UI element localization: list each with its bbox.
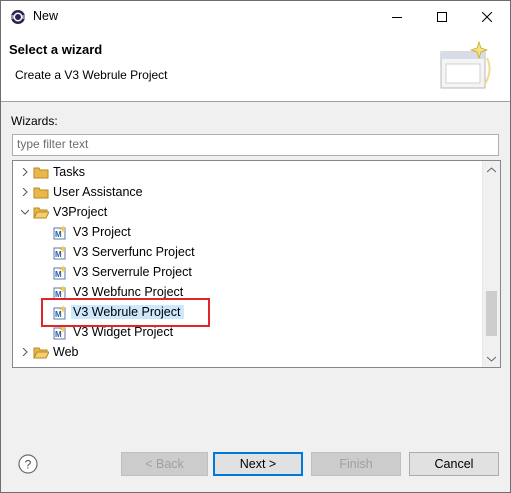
svg-text:M: M — [55, 330, 62, 339]
tree-item-web[interactable]: Web — [17, 342, 78, 362]
window-title: New — [33, 9, 59, 23]
wizard-title: Select a wizard — [9, 42, 103, 57]
tree-item-label: V3 Project — [73, 225, 131, 239]
tree-item-user-assistance[interactable]: User Assistance — [17, 182, 143, 202]
folder-icon — [33, 164, 49, 180]
annotation-highlight-box — [41, 298, 210, 327]
tree-item-label: V3 Serverfunc Project — [73, 245, 195, 259]
tree-item-v3-serverfunc-project[interactable]: M V3 Serverfunc Project — [53, 242, 195, 262]
v3-project-icon: M — [53, 264, 69, 280]
chevron-right-icon[interactable] — [17, 342, 33, 362]
svg-text:?: ? — [25, 458, 32, 472]
help-icon[interactable]: ? — [18, 454, 38, 474]
cancel-button[interactable]: Cancel — [409, 452, 499, 476]
open-folder-icon — [33, 344, 49, 360]
wizard-tree[interactable]: Tasks User Assistance V3Project M V3 Pro… — [12, 160, 501, 368]
wizard-description: Create a V3 Webrule Project — [15, 68, 168, 82]
filter-field[interactable] — [12, 134, 499, 156]
tree-item-label: Tasks — [53, 165, 85, 179]
chevron-right-icon[interactable] — [17, 182, 33, 202]
svg-text:M: M — [55, 270, 62, 279]
svg-text:M: M — [55, 230, 62, 239]
wizard-header: Select a wizard Create a V3 Webrule Proj… — [1, 32, 510, 102]
tree-item-v3project[interactable]: V3Project — [17, 202, 107, 222]
close-icon — [482, 11, 492, 22]
tree-item-label: V3 Widget Project — [73, 325, 174, 339]
close-button[interactable] — [467, 1, 507, 32]
next-button[interactable]: Next > — [213, 452, 303, 476]
chevron-up-icon — [487, 166, 496, 172]
tree-item-tasks[interactable]: Tasks — [17, 162, 85, 182]
maximize-icon — [437, 11, 447, 22]
maximize-button[interactable] — [422, 1, 462, 32]
folder-icon — [33, 184, 49, 200]
back-button[interactable]: < Back — [121, 452, 208, 476]
open-folder-icon — [33, 204, 49, 220]
v3-project-icon: M — [53, 224, 69, 240]
new-wizard-dialog: New Select a wizard Create a V3 Webrule … — [0, 0, 511, 493]
tree-item-label: User Assistance — [53, 185, 143, 199]
scroll-down-button[interactable] — [483, 350, 500, 367]
chevron-down-icon[interactable] — [17, 202, 33, 222]
scrollbar-thumb[interactable] — [486, 291, 497, 336]
tree-item-label: Web — [53, 345, 79, 359]
svg-text:M: M — [55, 250, 62, 259]
eclipse-icon — [11, 10, 25, 24]
finish-button[interactable]: Finish — [311, 452, 401, 476]
wizards-label: Wizards: — [11, 114, 58, 128]
tree-item-v3-project[interactable]: M V3 Project — [53, 222, 131, 242]
minimize-button[interactable] — [377, 1, 417, 32]
v3-project-icon: M — [53, 244, 69, 260]
chevron-down-icon — [487, 356, 496, 362]
new-wizard-banner-icon — [440, 40, 491, 89]
filter-input[interactable] — [13, 135, 495, 153]
tree-item-label: V3Project — [53, 205, 108, 219]
minimize-icon — [392, 16, 402, 18]
tree-scrollbar[interactable] — [482, 161, 500, 367]
scroll-up-button[interactable] — [483, 161, 500, 178]
tree-item-label: V3 Serverrule Project — [73, 265, 192, 279]
tree-item-label: V3 Webfunc Project — [73, 285, 184, 299]
title-bar: New — [1, 1, 510, 32]
chevron-right-icon[interactable] — [17, 162, 33, 182]
tree-item-v3-serverrule-project[interactable]: M V3 Serverrule Project — [53, 262, 192, 282]
